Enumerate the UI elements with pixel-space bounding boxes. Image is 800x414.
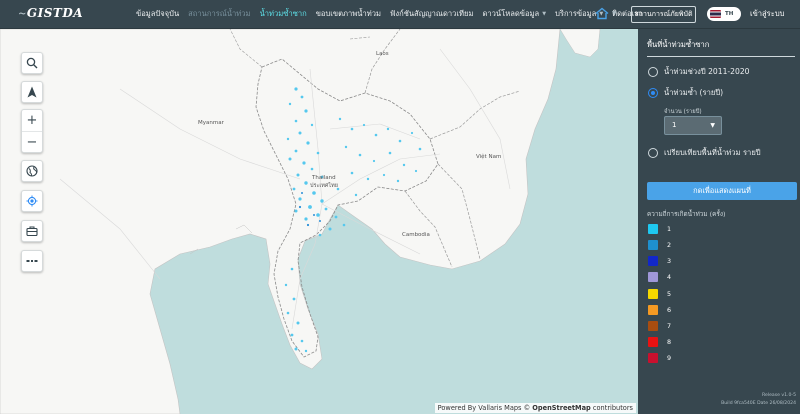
nav-repeated-flooding[interactable]: น้ำท่วมซ้ำซาก — [260, 8, 307, 20]
label-myanmar: Myanmar — [198, 120, 224, 126]
measure-button[interactable] — [21, 250, 43, 272]
option-2011-2020[interactable]: น้ำท่วมช่วงปี 2011-2020 — [648, 66, 749, 78]
zoom-in-button[interactable]: + — [22, 110, 42, 131]
basemap — [0, 29, 601, 414]
chevron-down-icon: ▼ — [542, 11, 547, 17]
option-label: เปรียบเทียบพื้นที่น้ำท่วม รายปี — [664, 148, 761, 157]
count-select[interactable]: 1 ▼ — [664, 116, 722, 135]
search-icon — [26, 57, 38, 69]
legend-swatch — [648, 305, 658, 315]
radio-icon — [648, 67, 658, 77]
map-canvas[interactable]: Laos Myanmar Thailand ประเทศไทย Việt Nam… — [0, 29, 638, 414]
label-thailand-thai: ประเทศไทย — [310, 183, 339, 189]
label-cambodia: Cambodia — [402, 232, 430, 238]
briefcase-icon — [26, 226, 38, 237]
release-version: Release v1.0-5 — [761, 393, 796, 398]
legend-swatch — [648, 272, 658, 282]
nav-download[interactable]: ดาวน์โหลดข้อมูล ▼ — [482, 8, 546, 20]
login-link[interactable]: เข้าสู่ระบบ — [750, 8, 784, 20]
disaster-situation-button[interactable]: สถานการณ์ภัยพิบัติ — [631, 6, 696, 23]
legend-item-8: 8 — [648, 337, 671, 347]
top-navigation-bar: ~GISTDA ข้อมูลปัจจุบัน สถานการณ์น้ำท่วม … — [0, 0, 800, 29]
legend-item-3: 3 — [648, 256, 671, 266]
panel-title: พื้นที่น้ำท่วมซ้ำซาก — [647, 39, 795, 57]
home-menu[interactable]: ▼ — [595, 7, 617, 20]
label-laos: Laos — [376, 51, 389, 57]
legend-swatch — [648, 224, 658, 234]
label-thailand: Thailand — [312, 175, 336, 181]
legend-item-1: 1 — [648, 224, 671, 234]
legend-swatch — [648, 256, 658, 266]
legend-item-6: 6 — [648, 305, 671, 315]
copyright-icon: © — [523, 404, 531, 412]
option-label: น้ำท่วมซ้ำ (รายปี) — [664, 88, 724, 97]
home-icon — [595, 7, 609, 20]
legend-swatch — [648, 240, 658, 250]
toolbox-button[interactable] — [21, 220, 43, 242]
thai-flag-icon — [710, 10, 721, 18]
legend-swatch — [648, 321, 658, 331]
nav-flood-situation: สถานการณ์น้ำท่วม — [188, 9, 251, 18]
dashed-line-icon — [26, 260, 38, 262]
attribution-osm-link[interactable]: OpenStreetMap — [532, 404, 590, 412]
legend-item-9: 9 — [648, 353, 671, 363]
legend-item-2: 2 — [648, 240, 671, 250]
show-map-button[interactable]: กดเพื่อแสดงแผนที่ — [647, 182, 797, 200]
option-label: น้ำท่วมช่วงปี 2011-2020 — [664, 67, 750, 76]
legend-item-4: 4 — [648, 272, 671, 282]
attribution-vallaris: Powered By Vallaris Maps — [437, 404, 522, 412]
radio-checked-icon — [648, 88, 658, 98]
count-select-value: 1 — [672, 121, 677, 129]
radio-icon — [648, 148, 658, 158]
legend-swatch — [648, 337, 658, 347]
basemap-button[interactable] — [21, 160, 43, 182]
chevron-down-icon: ▼ — [612, 10, 617, 17]
option-repeat-yearly[interactable]: น้ำท่วมซ้ำ (รายปี) — [648, 87, 723, 99]
main-nav: ข้อมูลปัจจุบัน สถานการณ์น้ำท่วม น้ำท่วมซ… — [136, 8, 651, 20]
locate-icon — [26, 195, 38, 207]
legend-swatch — [648, 289, 658, 299]
gistda-logo[interactable]: ~GISTDA — [18, 6, 83, 20]
nav-flood-extent[interactable]: ขอบเขตภาพน้ำท่วม — [316, 8, 381, 20]
option-compare-yearly[interactable]: เปรียบเทียบพื้นที่น้ำท่วม รายปี — [648, 147, 761, 159]
globe-icon — [26, 165, 38, 177]
map-attribution: Powered By Vallaris Maps © OpenStreetMap… — [434, 403, 636, 413]
language-code: TH — [725, 11, 734, 17]
zoom-out-button[interactable]: − — [22, 131, 42, 152]
build-info: Build 9fca540E Date 26/08/2024 — [721, 401, 796, 406]
nav-current-data[interactable]: ข้อมูลปัจจุบัน — [136, 8, 179, 20]
count-label: จำนวน (รายปี) — [664, 109, 702, 115]
caret-down-icon: ▼ — [710, 122, 715, 129]
legend-item-5: 5 — [648, 289, 671, 299]
search-button[interactable] — [21, 52, 43, 74]
zoom-control: + − — [21, 109, 43, 153]
north-arrow-icon — [27, 86, 37, 98]
locate-button[interactable] — [21, 190, 43, 212]
nav-satellite-signal[interactable]: ฟังก์ชันสัญญาณดาวเทียม — [390, 8, 473, 20]
north-arrow-button[interactable] — [21, 81, 43, 103]
legend-swatch — [648, 353, 658, 363]
label-vietnam: Việt Nam — [476, 154, 502, 160]
legend-title: ความถี่การเกิดน้ำท่วม (ครั้ง) — [647, 210, 726, 218]
flood-repeat-panel: พื้นที่น้ำท่วมซ้ำซาก น้ำท่วมช่วงปี 2011-… — [638, 29, 800, 414]
attribution-contributors: contributors — [592, 404, 633, 412]
legend-item-7: 7 — [648, 321, 671, 331]
language-toggle[interactable]: TH — [707, 7, 741, 21]
